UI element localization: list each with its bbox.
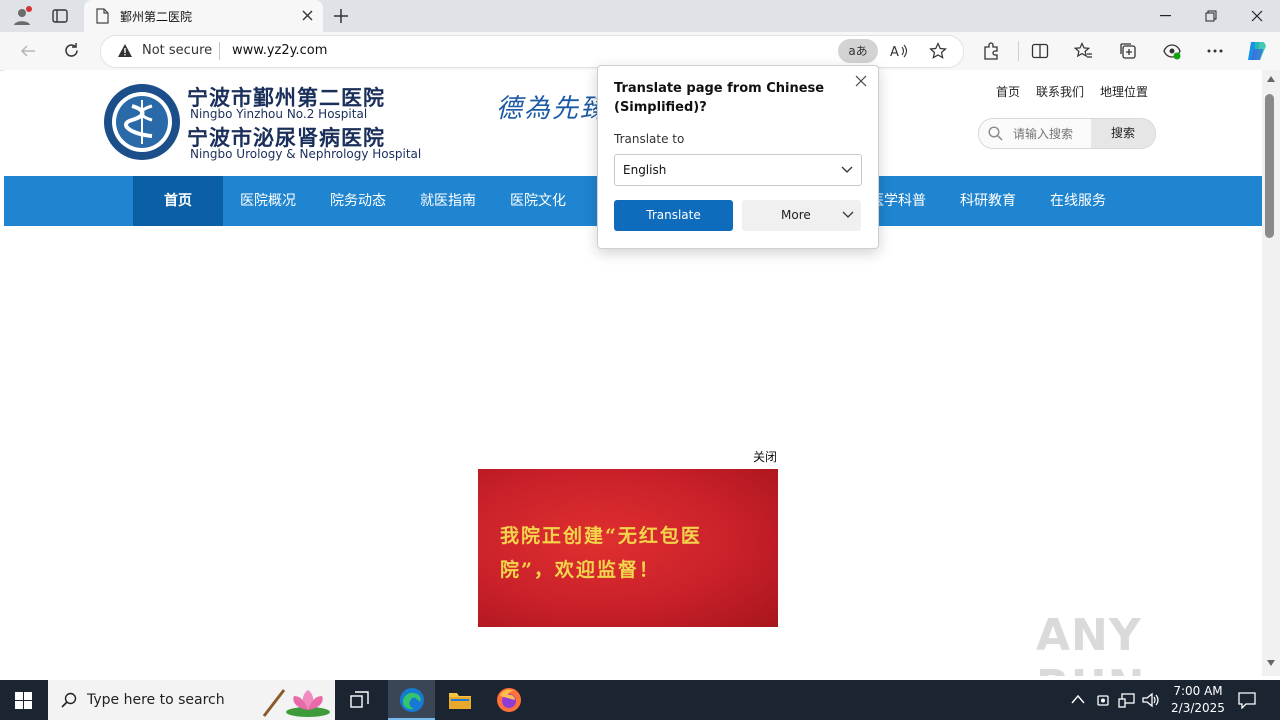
close-popup-icon[interactable]	[855, 75, 867, 87]
svg-text:A: A	[890, 45, 899, 59]
profile-icon[interactable]	[12, 6, 32, 26]
nav-overview[interactable]: 医院概况	[223, 176, 313, 226]
restore-icon[interactable]	[1188, 0, 1234, 32]
windows-start-icon[interactable]	[15, 692, 32, 709]
slogan-calligraphy: 德為先臻	[496, 94, 609, 124]
split-screen-icon[interactable]	[1031, 42, 1049, 60]
close-window-icon[interactable]	[1234, 0, 1280, 32]
scroll-down-icon[interactable]	[1267, 660, 1275, 666]
collections-icon[interactable]	[1119, 42, 1137, 60]
refresh-icon[interactable]	[63, 42, 80, 59]
address-bar[interactable]: Not secure www.yz2y.com aあ A	[100, 35, 964, 68]
warning-icon[interactable]	[117, 43, 133, 58]
more-chevron-down-icon	[842, 211, 854, 219]
tab-title: 鄞州第二医院	[120, 10, 193, 24]
favorites-icon[interactable]	[1074, 42, 1093, 60]
translate-to-label: Translate to	[614, 132, 685, 146]
taskbar-search-box[interactable]: Type here to search	[48, 680, 335, 720]
search-icon	[988, 126, 1003, 141]
url-text[interactable]: www.yz2y.com	[232, 43, 327, 58]
copilot-icon[interactable]	[1245, 39, 1269, 63]
nav-home[interactable]: 首页	[133, 176, 223, 226]
taskbar-search-icon	[61, 692, 77, 708]
banner-popup-image[interactable]: 我院正创建“无红包医 院”，欢迎监督！	[478, 469, 778, 627]
translate-button[interactable]: Translate	[614, 200, 733, 231]
scroll-thumb[interactable]	[1265, 94, 1274, 238]
site-search: 搜索	[978, 118, 1156, 149]
language-select-value: English	[623, 163, 667, 177]
banner-text-line1: 我院正创建“无红包医	[500, 525, 702, 547]
popup-close-link[interactable]: 关闭	[753, 448, 777, 465]
site-search-input[interactable]	[1011, 123, 1085, 145]
hospital-name-en-2: Ningbo Urology & Nephrology Hospital	[190, 147, 422, 161]
top-link-location[interactable]: 地理位置	[1100, 83, 1148, 100]
extensions-icon[interactable]	[982, 42, 1000, 60]
back-icon[interactable]	[20, 43, 36, 59]
page-icon	[96, 8, 109, 24]
file-explorer-icon[interactable]	[448, 689, 472, 711]
taskbar-edge-button[interactable]	[388, 680, 435, 720]
new-tab-icon[interactable]	[333, 8, 349, 24]
volume-icon[interactable]	[1142, 692, 1160, 708]
read-aloud-icon[interactable]: A	[890, 43, 908, 59]
clock-time: 7:00 AM	[1173, 684, 1223, 698]
translate-icon[interactable]: aあ	[838, 39, 878, 63]
translate-popup-title: Translate page from Chinese (Simplified)…	[614, 81, 825, 115]
chevron-down-icon	[841, 166, 853, 174]
notifications-icon[interactable]	[1238, 691, 1256, 709]
nav-guide[interactable]: 就医指南	[403, 176, 493, 226]
more-options-button[interactable]: More	[742, 200, 861, 231]
taskbar-search-placeholder: Type here to search	[87, 692, 225, 708]
top-link-home[interactable]: 首页	[996, 83, 1020, 100]
task-view-icon[interactable]	[350, 691, 369, 709]
network-icon[interactable]	[1118, 692, 1136, 708]
windows-taskbar: Type here to search 7:00 AM 2/3/2025	[0, 680, 1280, 720]
minimize-icon[interactable]	[1142, 0, 1188, 32]
watermark: ANY RUN	[1036, 610, 1144, 676]
toolbar-divider	[1018, 41, 1019, 61]
site-search-button[interactable]: 搜索	[1091, 119, 1155, 148]
tab-actions-icon[interactable]	[52, 8, 68, 24]
divider	[219, 42, 220, 60]
more-button-label: More	[781, 208, 811, 222]
more-menu-icon[interactable]	[1207, 49, 1223, 53]
translate-popup: Translate page from Chinese (Simplified)…	[597, 65, 879, 249]
nav-research[interactable]: 科研教育	[943, 176, 1033, 226]
top-link-contact[interactable]: 联系我们	[1036, 83, 1084, 100]
page-scrollbar[interactable]	[1262, 70, 1280, 676]
hospital-name-en-1: Ningbo Yinzhou No.2 Hospital	[190, 107, 368, 121]
search-highlight-lotus-icon	[260, 684, 332, 718]
security-label[interactable]: Not secure	[142, 43, 212, 58]
hospital-logo-icon	[102, 82, 182, 162]
nav-culture[interactable]: 医院文化	[493, 176, 583, 226]
active-tab[interactable]: 鄞州第二医院	[84, 0, 323, 32]
favorite-star-icon[interactable]	[929, 42, 947, 60]
edge-icon	[399, 687, 425, 713]
meet-now-icon[interactable]	[1096, 692, 1110, 708]
nav-online[interactable]: 在线服务	[1033, 176, 1123, 226]
browser-essentials-icon[interactable]	[1162, 41, 1182, 61]
scroll-up-icon[interactable]	[1267, 76, 1275, 82]
close-tab-icon[interactable]	[302, 10, 313, 21]
system-clock[interactable]: 7:00 AM 2/3/2025	[1166, 683, 1230, 717]
language-select[interactable]: English	[614, 154, 862, 186]
nav-news[interactable]: 院务动态	[313, 176, 403, 226]
tray-chevron-up-icon[interactable]	[1071, 694, 1085, 704]
banner-text-line2: 院”，欢迎监督！	[500, 559, 660, 581]
clock-date: 2/3/2025	[1171, 701, 1225, 715]
firefox-icon[interactable]	[496, 687, 522, 713]
tab-bar: 鄞州第二医院	[0, 0, 1280, 32]
